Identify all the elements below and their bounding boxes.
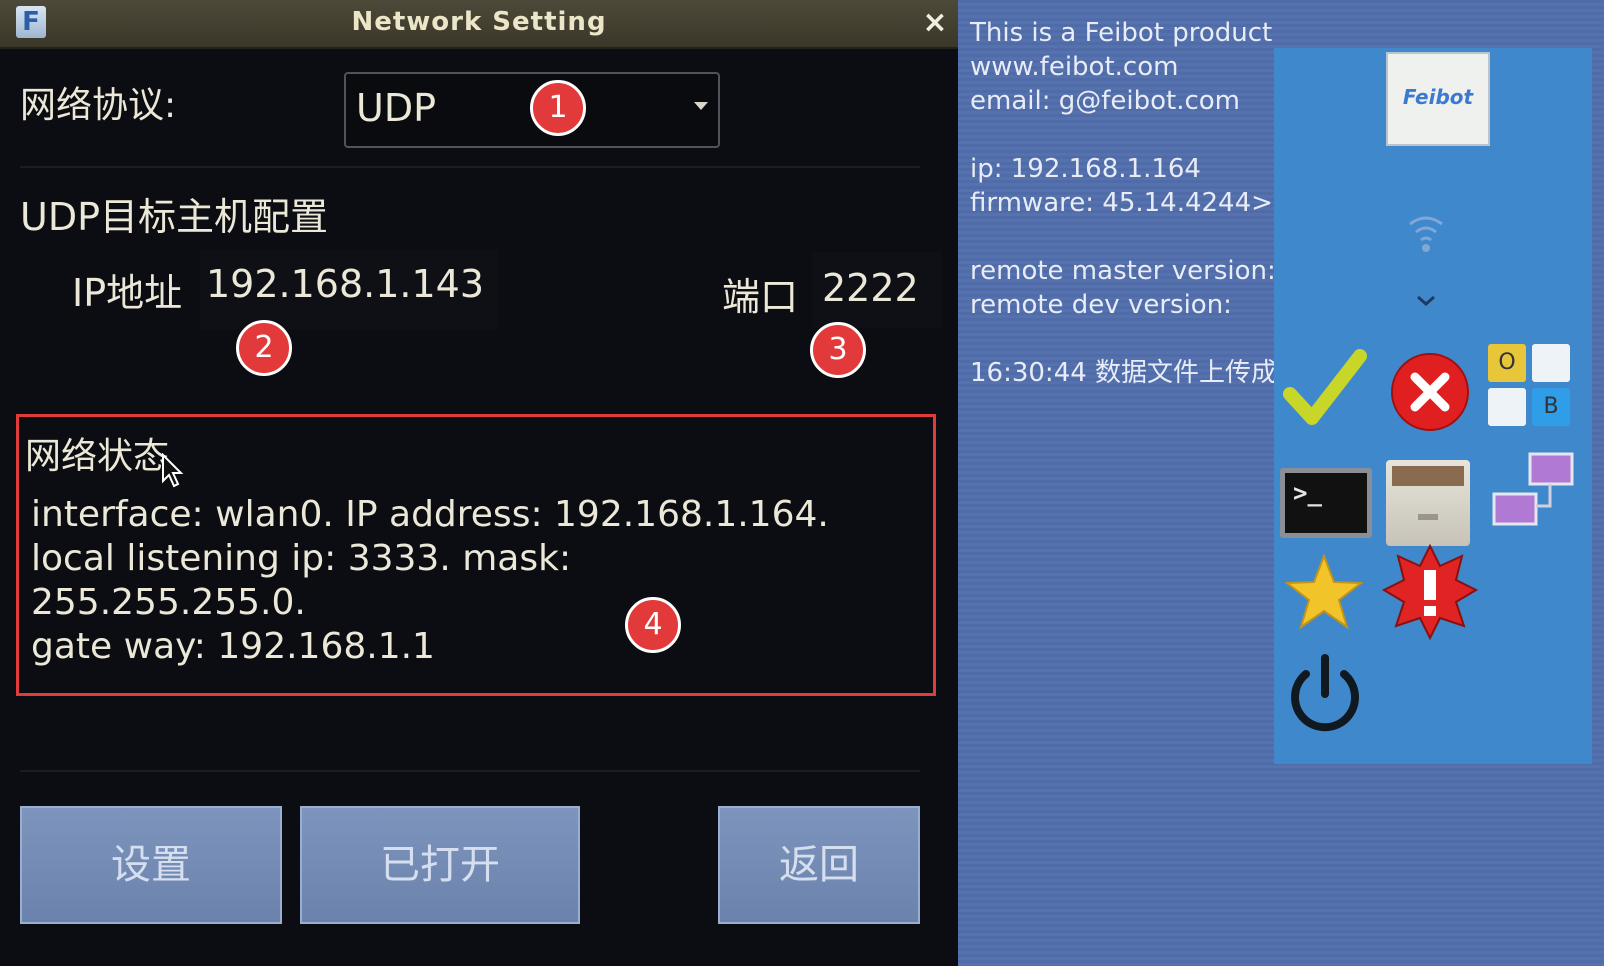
feibot-logo: Feibot <box>1386 52 1490 146</box>
info-line: www.feibot.com <box>970 52 1179 82</box>
marker-1: 1 <box>530 80 586 136</box>
ip-value: 192.168.1.143 <box>206 262 485 306</box>
wifi-icon[interactable] <box>1406 210 1446 256</box>
app-dock: Feibot O B >_ <box>1274 48 1592 764</box>
info-line: remote master version: <box>970 256 1276 286</box>
network-icon[interactable] <box>1490 450 1580 534</box>
marker-3: 3 <box>810 322 866 378</box>
device-info-text: This is a Feibot product www.feibot.com … <box>970 16 1303 390</box>
back-button[interactable]: 返回 <box>718 806 920 924</box>
star-icon[interactable] <box>1284 552 1364 632</box>
status-line: interface: wlan0. IP address: 192.168.1.… <box>31 494 829 535</box>
dialog-title: Network Setting <box>351 7 607 37</box>
protocol-label: 网络协议: <box>20 85 177 126</box>
status-line: 255.255.255.0. <box>31 582 306 623</box>
marker-2: 2 <box>236 320 292 376</box>
title-bar: F Network Setting × <box>0 0 958 49</box>
network-status-heading: 网络状态 <box>25 436 170 477</box>
mini-label-o[interactable]: O <box>1488 344 1526 382</box>
terminal-icon[interactable]: >_ <box>1280 468 1372 538</box>
chevron-down-icon <box>694 102 708 110</box>
alert-icon[interactable] <box>1382 544 1478 640</box>
network-status-text: interface: wlan0. IP address: 192.168.1.… <box>31 493 911 669</box>
set-button[interactable]: 设置 <box>20 806 282 924</box>
info-line: email: g@feibot.com <box>970 86 1241 116</box>
close-icon[interactable]: × <box>918 6 952 40</box>
file-cabinet-icon[interactable] <box>1386 460 1470 546</box>
divider <box>20 166 920 168</box>
divider <box>20 770 920 772</box>
ip-label: IP地址 <box>72 271 183 315</box>
network-status-box: 网络状态 interface: wlan0. IP address: 192.1… <box>16 414 936 696</box>
opened-button[interactable]: 已打开 <box>300 806 580 924</box>
info-line: 16:30:44 数据文件上传成功 <box>970 358 1304 388</box>
desktop-background: This is a Feibot product www.feibot.com … <box>958 0 1604 966</box>
marker-4: 4 <box>625 597 681 653</box>
udp-target-heading: UDP目标主机配置 <box>20 195 328 239</box>
mini-label-b[interactable]: B <box>1532 388 1570 426</box>
port-value: 2222 <box>822 266 919 310</box>
mini-box-blank[interactable] <box>1488 388 1526 426</box>
check-icon[interactable] <box>1282 348 1368 434</box>
protocol-value: UDP <box>356 86 436 130</box>
status-line: gate way: 192.168.1.1 <box>31 626 435 667</box>
network-setting-dialog: F Network Setting × 网络协议: UDP 1 UDP目标主机配… <box>0 0 958 966</box>
info-line: firmware: 45.14.4244>4 <box>970 188 1290 218</box>
power-icon[interactable] <box>1284 652 1366 738</box>
info-line: ip: 192.168.1.164 <box>970 154 1201 184</box>
mouse-cursor-icon <box>162 453 184 488</box>
info-line: This is a Feibot product <box>970 18 1273 48</box>
chevron-down-icon[interactable] <box>1414 294 1438 308</box>
error-icon[interactable] <box>1388 350 1472 434</box>
status-line: local listening ip: 3333. mask: <box>31 538 572 579</box>
port-label: 端口 <box>722 275 799 319</box>
info-line: remote dev version: <box>970 290 1232 320</box>
mini-box-blank[interactable] <box>1532 344 1570 382</box>
